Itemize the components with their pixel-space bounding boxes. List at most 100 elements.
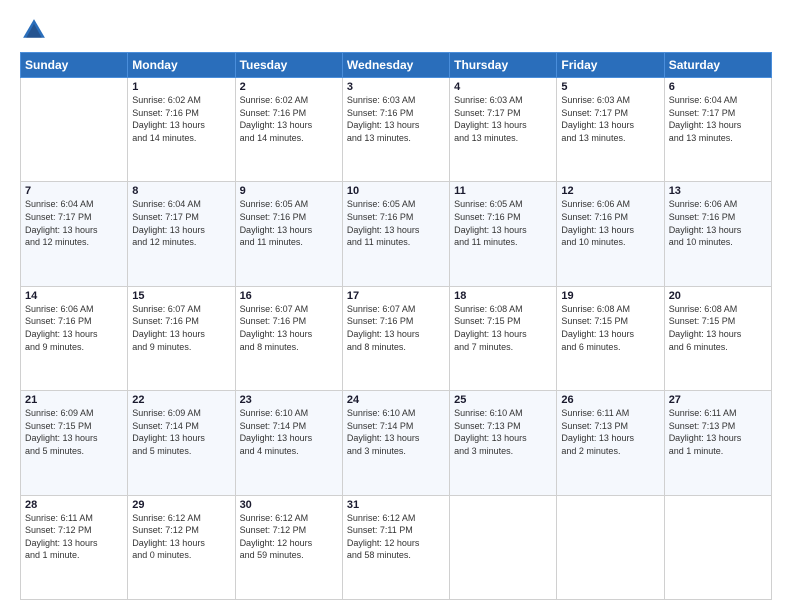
day-info: Sunrise: 6:11 AM Sunset: 7:12 PM Dayligh… [25,512,123,562]
day-number: 2 [240,81,338,93]
day-number: 26 [561,394,659,406]
calendar-header-tuesday: Tuesday [235,53,342,78]
calendar-cell: 13Sunrise: 6:06 AM Sunset: 7:16 PM Dayli… [664,182,771,286]
calendar-header-wednesday: Wednesday [342,53,449,78]
calendar-cell: 16Sunrise: 6:07 AM Sunset: 7:16 PM Dayli… [235,286,342,390]
day-number: 7 [25,185,123,197]
calendar-cell: 12Sunrise: 6:06 AM Sunset: 7:16 PM Dayli… [557,182,664,286]
day-info: Sunrise: 6:09 AM Sunset: 7:15 PM Dayligh… [25,407,123,457]
day-number: 1 [132,81,230,93]
day-info: Sunrise: 6:07 AM Sunset: 7:16 PM Dayligh… [347,303,445,353]
day-info: Sunrise: 6:10 AM Sunset: 7:13 PM Dayligh… [454,407,552,457]
day-number: 12 [561,185,659,197]
day-info: Sunrise: 6:10 AM Sunset: 7:14 PM Dayligh… [347,407,445,457]
day-info: Sunrise: 6:02 AM Sunset: 7:16 PM Dayligh… [132,94,230,144]
day-info: Sunrise: 6:06 AM Sunset: 7:16 PM Dayligh… [25,303,123,353]
day-number: 28 [25,499,123,511]
day-info: Sunrise: 6:11 AM Sunset: 7:13 PM Dayligh… [561,407,659,457]
day-info: Sunrise: 6:03 AM Sunset: 7:17 PM Dayligh… [561,94,659,144]
calendar-week-row: 28Sunrise: 6:11 AM Sunset: 7:12 PM Dayli… [21,495,772,599]
calendar-cell: 25Sunrise: 6:10 AM Sunset: 7:13 PM Dayli… [450,391,557,495]
calendar-cell: 26Sunrise: 6:11 AM Sunset: 7:13 PM Dayli… [557,391,664,495]
day-number: 14 [25,290,123,302]
day-number: 11 [454,185,552,197]
day-info: Sunrise: 6:08 AM Sunset: 7:15 PM Dayligh… [669,303,767,353]
calendar-cell: 24Sunrise: 6:10 AM Sunset: 7:14 PM Dayli… [342,391,449,495]
calendar-cell: 18Sunrise: 6:08 AM Sunset: 7:15 PM Dayli… [450,286,557,390]
day-number: 18 [454,290,552,302]
day-info: Sunrise: 6:04 AM Sunset: 7:17 PM Dayligh… [669,94,767,144]
calendar-header-sunday: Sunday [21,53,128,78]
day-number: 21 [25,394,123,406]
day-info: Sunrise: 6:04 AM Sunset: 7:17 PM Dayligh… [25,198,123,248]
calendar-cell: 7Sunrise: 6:04 AM Sunset: 7:17 PM Daylig… [21,182,128,286]
day-info: Sunrise: 6:03 AM Sunset: 7:17 PM Dayligh… [454,94,552,144]
day-info: Sunrise: 6:07 AM Sunset: 7:16 PM Dayligh… [132,303,230,353]
day-number: 6 [669,81,767,93]
day-info: Sunrise: 6:05 AM Sunset: 7:16 PM Dayligh… [454,198,552,248]
calendar-cell: 29Sunrise: 6:12 AM Sunset: 7:12 PM Dayli… [128,495,235,599]
day-number: 16 [240,290,338,302]
day-number: 3 [347,81,445,93]
day-info: Sunrise: 6:08 AM Sunset: 7:15 PM Dayligh… [454,303,552,353]
calendar-cell: 28Sunrise: 6:11 AM Sunset: 7:12 PM Dayli… [21,495,128,599]
day-number: 20 [669,290,767,302]
header [20,16,772,44]
calendar-cell: 8Sunrise: 6:04 AM Sunset: 7:17 PM Daylig… [128,182,235,286]
calendar-cell: 14Sunrise: 6:06 AM Sunset: 7:16 PM Dayli… [21,286,128,390]
calendar-cell: 22Sunrise: 6:09 AM Sunset: 7:14 PM Dayli… [128,391,235,495]
calendar-header-row: SundayMondayTuesdayWednesdayThursdayFrid… [21,53,772,78]
day-number: 15 [132,290,230,302]
day-info: Sunrise: 6:10 AM Sunset: 7:14 PM Dayligh… [240,407,338,457]
day-number: 22 [132,394,230,406]
calendar-header-thursday: Thursday [450,53,557,78]
calendar-cell: 1Sunrise: 6:02 AM Sunset: 7:16 PM Daylig… [128,78,235,182]
day-info: Sunrise: 6:12 AM Sunset: 7:12 PM Dayligh… [240,512,338,562]
calendar-cell: 6Sunrise: 6:04 AM Sunset: 7:17 PM Daylig… [664,78,771,182]
day-info: Sunrise: 6:03 AM Sunset: 7:16 PM Dayligh… [347,94,445,144]
calendar-cell [557,495,664,599]
day-info: Sunrise: 6:06 AM Sunset: 7:16 PM Dayligh… [669,198,767,248]
calendar-cell [450,495,557,599]
day-number: 27 [669,394,767,406]
calendar-cell: 9Sunrise: 6:05 AM Sunset: 7:16 PM Daylig… [235,182,342,286]
calendar-cell: 21Sunrise: 6:09 AM Sunset: 7:15 PM Dayli… [21,391,128,495]
logo [20,16,52,44]
day-number: 30 [240,499,338,511]
day-number: 19 [561,290,659,302]
calendar-cell: 15Sunrise: 6:07 AM Sunset: 7:16 PM Dayli… [128,286,235,390]
day-info: Sunrise: 6:04 AM Sunset: 7:17 PM Dayligh… [132,198,230,248]
day-info: Sunrise: 6:07 AM Sunset: 7:16 PM Dayligh… [240,303,338,353]
day-info: Sunrise: 6:12 AM Sunset: 7:12 PM Dayligh… [132,512,230,562]
day-number: 4 [454,81,552,93]
calendar-cell: 10Sunrise: 6:05 AM Sunset: 7:16 PM Dayli… [342,182,449,286]
day-info: Sunrise: 6:02 AM Sunset: 7:16 PM Dayligh… [240,94,338,144]
day-number: 8 [132,185,230,197]
day-info: Sunrise: 6:08 AM Sunset: 7:15 PM Dayligh… [561,303,659,353]
logo-icon [20,16,48,44]
calendar: SundayMondayTuesdayWednesdayThursdayFrid… [20,52,772,600]
day-info: Sunrise: 6:12 AM Sunset: 7:11 PM Dayligh… [347,512,445,562]
calendar-header-monday: Monday [128,53,235,78]
day-number: 10 [347,185,445,197]
calendar-cell: 4Sunrise: 6:03 AM Sunset: 7:17 PM Daylig… [450,78,557,182]
day-number: 24 [347,394,445,406]
calendar-week-row: 7Sunrise: 6:04 AM Sunset: 7:17 PM Daylig… [21,182,772,286]
day-info: Sunrise: 6:06 AM Sunset: 7:16 PM Dayligh… [561,198,659,248]
calendar-header-friday: Friday [557,53,664,78]
calendar-cell: 27Sunrise: 6:11 AM Sunset: 7:13 PM Dayli… [664,391,771,495]
calendar-cell: 31Sunrise: 6:12 AM Sunset: 7:11 PM Dayli… [342,495,449,599]
calendar-cell: 20Sunrise: 6:08 AM Sunset: 7:15 PM Dayli… [664,286,771,390]
day-number: 5 [561,81,659,93]
calendar-cell: 30Sunrise: 6:12 AM Sunset: 7:12 PM Dayli… [235,495,342,599]
day-number: 9 [240,185,338,197]
day-number: 13 [669,185,767,197]
day-number: 25 [454,394,552,406]
day-info: Sunrise: 6:09 AM Sunset: 7:14 PM Dayligh… [132,407,230,457]
day-number: 29 [132,499,230,511]
calendar-cell: 5Sunrise: 6:03 AM Sunset: 7:17 PM Daylig… [557,78,664,182]
day-number: 31 [347,499,445,511]
calendar-cell [664,495,771,599]
calendar-cell: 19Sunrise: 6:08 AM Sunset: 7:15 PM Dayli… [557,286,664,390]
calendar-week-row: 14Sunrise: 6:06 AM Sunset: 7:16 PM Dayli… [21,286,772,390]
